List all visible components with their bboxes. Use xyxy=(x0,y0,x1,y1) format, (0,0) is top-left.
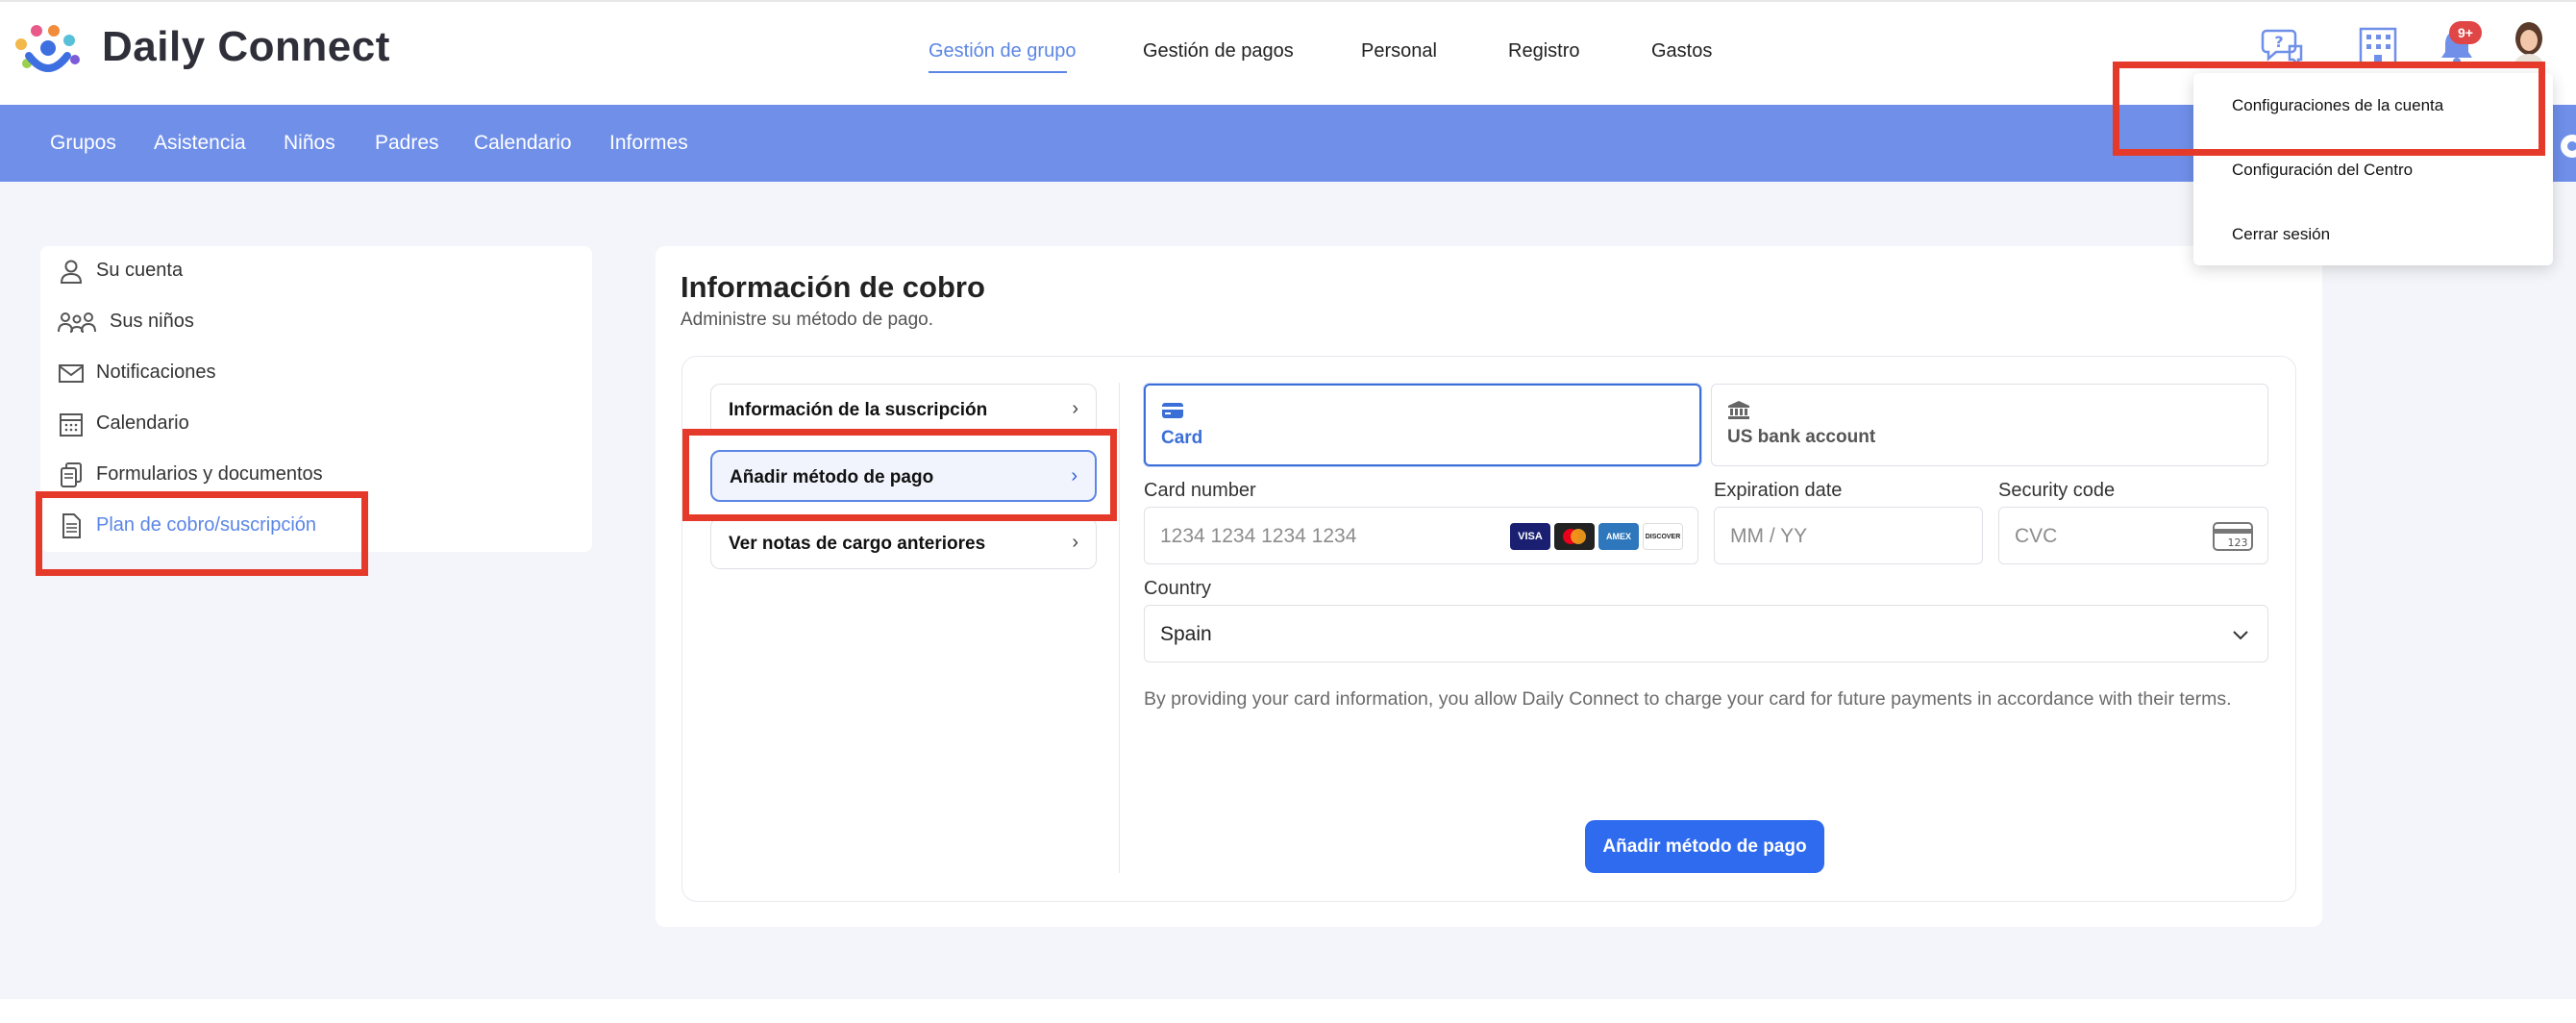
page-footer-strip xyxy=(0,999,2576,1023)
menu-item-sus-ninos[interactable]: Sus niños xyxy=(40,297,592,347)
topnav-personal[interactable]: Personal xyxy=(1361,40,1437,62)
add-payment-method-button[interactable]: Añadir método de pago xyxy=(1585,820,1824,873)
tab-label: Ver notas de cargo anteriores xyxy=(729,534,986,554)
subnav-asistencia[interactable]: Asistencia xyxy=(154,132,246,155)
subnav-ninos[interactable]: Niños xyxy=(284,132,335,155)
highlight-box-anadir-metodo xyxy=(682,429,1117,521)
tab-informacion-suscripcion[interactable]: Información de la suscripción › xyxy=(710,384,1097,436)
menu-item-label: Su cuenta xyxy=(96,260,184,281)
tab-ver-notas-de-cargo[interactable]: Ver notas de cargo anteriores › xyxy=(710,517,1097,569)
person-icon xyxy=(60,260,83,284)
menu-item-su-cuenta[interactable]: Su cuenta xyxy=(40,246,592,296)
notification-badge: 9+ xyxy=(2449,21,2482,44)
menu-item-label: Sus niños xyxy=(110,311,194,332)
page-subtitle: Administre su método de pago. xyxy=(681,310,933,330)
card-number-placeholder: 1234 1234 1234 1234 xyxy=(1160,525,1357,547)
menu-item-label: Calendario xyxy=(96,412,189,434)
security-code-placeholder: CVC xyxy=(2015,525,2058,547)
page-title: Información de cobro xyxy=(681,270,985,304)
envelope-icon xyxy=(59,364,84,383)
svg-text:?: ? xyxy=(2274,33,2283,51)
chevron-down-icon xyxy=(2233,631,2248,640)
menu-item-notificaciones[interactable]: Notificaciones xyxy=(40,348,592,398)
settings-gear-icon[interactable] xyxy=(2553,129,2576,163)
security-code-input[interactable]: CVC 123 xyxy=(1998,507,2268,564)
menu-item-label: Formularios y documentos xyxy=(96,463,323,485)
card-disclaimer: By providing your card information, you … xyxy=(1144,688,2232,710)
cvc-card-icon: 123 xyxy=(2213,522,2253,551)
active-tab-underline xyxy=(929,71,1067,73)
payment-method-label: Card xyxy=(1161,428,1203,448)
card-number-label: Card number xyxy=(1144,480,1256,501)
subnav-padres[interactable]: Padres xyxy=(375,132,439,155)
country-label: Country xyxy=(1144,578,1212,599)
card-number-input[interactable]: 1234 1234 1234 1234 VISA AMEX DISCOVER xyxy=(1144,507,1698,564)
menu-item-label: Notificaciones xyxy=(96,362,216,383)
payment-method-card-tab[interactable]: Card xyxy=(1144,384,1701,466)
expiration-date-input[interactable]: MM / YY xyxy=(1714,507,1983,564)
dropdown-cerrar-sesion[interactable]: Cerrar sesión xyxy=(2232,225,2330,244)
documents-icon xyxy=(61,462,82,487)
highlight-box-plan-de-cobro xyxy=(36,491,368,576)
topnav-gestion-de-pagos[interactable]: Gestión de pagos xyxy=(1143,40,1294,62)
brand-name[interactable]: Daily Connect xyxy=(102,23,390,71)
discover-icon: DISCOVER xyxy=(1643,523,1683,550)
payment-method-bank-tab[interactable]: US bank account xyxy=(1711,384,2268,466)
expiration-date-placeholder: MM / YY xyxy=(1730,525,1808,547)
bank-icon xyxy=(1728,401,1749,419)
chevron-right-icon: › xyxy=(1072,398,1078,419)
topnav-gastos[interactable]: Gastos xyxy=(1651,40,1712,62)
tab-label: Información de la suscripción xyxy=(729,400,988,420)
topnav-gestion-de-grupo[interactable]: Gestión de grupo xyxy=(929,40,1076,62)
chevron-right-icon: › xyxy=(1072,532,1078,553)
topnav-registro[interactable]: Registro xyxy=(1508,40,1579,62)
country-value: Spain xyxy=(1160,623,1212,645)
mastercard-icon xyxy=(1554,523,1595,550)
visa-icon: VISA xyxy=(1510,523,1550,550)
family-icon xyxy=(58,312,96,334)
payment-method-label: US bank account xyxy=(1727,427,1876,447)
expiration-date-label: Expiration date xyxy=(1714,480,1843,501)
card-icon xyxy=(1162,403,1183,418)
security-code-label: Security code xyxy=(1998,480,2116,501)
subnav-grupos[interactable]: Grupos xyxy=(50,132,116,155)
highlight-box-configuraciones xyxy=(2113,62,2545,156)
cvc-icon-text: 123 xyxy=(2228,536,2248,549)
amex-icon: AMEX xyxy=(1598,523,1639,550)
subnav-informes[interactable]: Informes xyxy=(609,132,688,155)
country-select[interactable]: Spain xyxy=(1144,605,2268,662)
panel-divider xyxy=(1119,383,1120,873)
calendar-icon xyxy=(60,413,83,437)
subnav-calendario[interactable]: Calendario xyxy=(474,132,572,155)
daily-connect-logo-icon[interactable] xyxy=(12,21,90,83)
user-avatar-icon[interactable] xyxy=(2507,19,2551,67)
menu-item-calendario[interactable]: Calendario xyxy=(40,399,592,449)
dropdown-configuracion-centro[interactable]: Configuración del Centro xyxy=(2232,161,2413,180)
